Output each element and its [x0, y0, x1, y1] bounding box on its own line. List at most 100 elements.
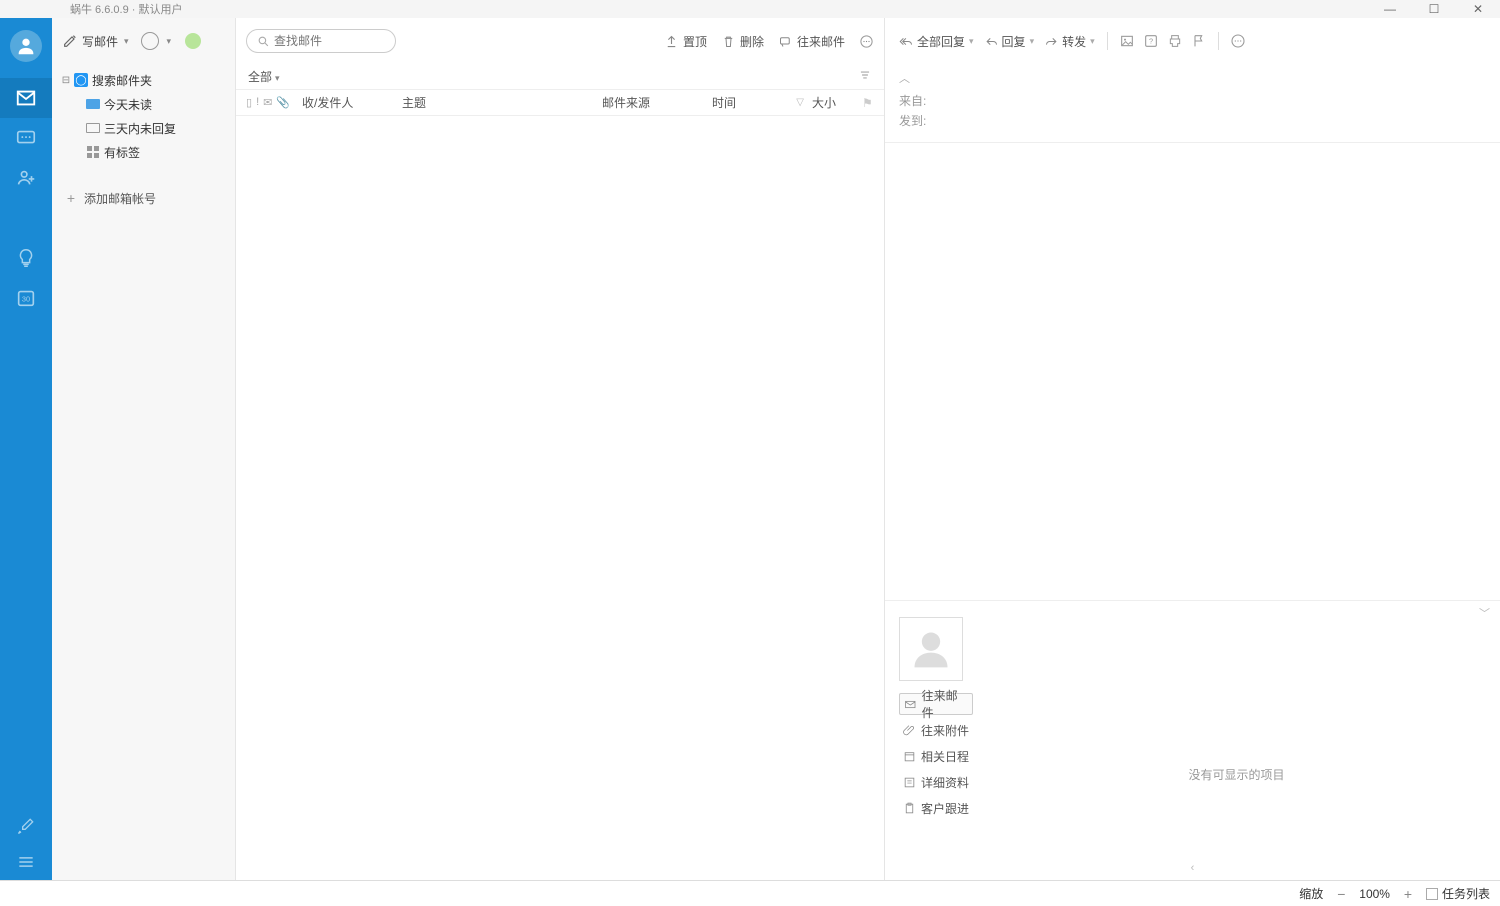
nav-contacts[interactable]: [0, 158, 52, 198]
forward-button[interactable]: 转发▾: [1040, 33, 1099, 50]
nav-calendar[interactable]: 30: [0, 278, 52, 318]
list-toolbar: 置顶 删除 往来邮件: [236, 18, 884, 64]
clipboard-icon: [903, 802, 916, 815]
folder-unread-icon: [86, 99, 100, 109]
reply-all-icon: [899, 34, 914, 49]
preview-toolbar: 全部回复▾ 回复▾ 转发▾ ?: [885, 18, 1500, 64]
tree-item-no-reply-3d[interactable]: 三天内未回复: [58, 116, 229, 140]
preview-from-label: 来自:: [899, 92, 1486, 112]
search-icon: ◯: [74, 73, 88, 87]
sort-desc-icon: ▽: [796, 97, 804, 108]
statusbar: 缩放 − 100% + 任务列表: [0, 880, 1500, 906]
pin-top-button[interactable]: 置顶: [664, 33, 707, 50]
folder-toolbar: 写邮件 ▾ ▾: [52, 18, 235, 64]
add-account-button[interactable]: + 添加邮箱帐号: [58, 184, 229, 212]
contact-avatar: [899, 617, 963, 681]
zoom-label: 缩放: [1299, 885, 1323, 902]
user-avatar[interactable]: [10, 30, 42, 62]
left-sidebar: 30: [0, 18, 52, 880]
zoom-value: 100%: [1359, 887, 1390, 901]
mail-list-body: [236, 116, 884, 880]
search-input[interactable]: [274, 34, 384, 48]
delete-button[interactable]: 删除: [721, 33, 764, 50]
close-button[interactable]: ✕: [1456, 2, 1500, 16]
envelope-icon: [86, 123, 100, 133]
image-button[interactable]: [1116, 33, 1138, 49]
envelope-icon: [904, 698, 917, 711]
col-subject[interactable]: 主题: [398, 94, 598, 111]
conversation-button[interactable]: 往来邮件: [778, 33, 845, 50]
col-attachment-icon[interactable]: 📎: [276, 96, 290, 109]
reply-all-button[interactable]: 全部回复▾: [895, 33, 978, 50]
reply-button[interactable]: 回复▾: [980, 33, 1039, 50]
grid-icon: [87, 146, 99, 158]
minimize-button[interactable]: —: [1368, 2, 1412, 16]
trash-icon: [721, 34, 736, 49]
more-icon: [859, 34, 874, 49]
folder-pane: 写邮件 ▾ ▾ ⊟ ◯ 搜索邮件夹 今天未读 三天内未回复: [52, 18, 236, 880]
list-column-header: ▯ ! ✉ 📎 收/发件人 主题 邮件来源 时间 ▽ 大小 ⚑: [236, 90, 884, 116]
contact-panel-collapse[interactable]: ﹀: [1479, 605, 1490, 621]
checkbox-icon: [1426, 888, 1438, 900]
sort-button[interactable]: [858, 68, 872, 85]
settings-button[interactable]: [0, 808, 52, 844]
status-indicator[interactable]: [185, 33, 201, 49]
sync-button[interactable]: [141, 32, 159, 50]
list-more-button[interactable]: [859, 34, 874, 49]
preview-header: ︿ 来自: 发到:: [885, 64, 1500, 143]
tree-search-folders[interactable]: ⊟ ◯ 搜索邮件夹: [58, 68, 229, 92]
preview-pane: 全部回复▾ 回复▾ 转发▾ ? ︿ 来自: 发到: ﹀: [885, 18, 1500, 880]
col-time[interactable]: 时间 ▽: [708, 94, 808, 111]
maximize-button[interactable]: ☐: [1412, 2, 1456, 16]
plus-icon: +: [64, 190, 78, 206]
window-controls: — ☐ ✕: [1368, 0, 1500, 18]
paperclip-icon: [903, 724, 916, 737]
preview-more-button[interactable]: [1227, 33, 1249, 49]
contact-tab-schedule[interactable]: 相关日程: [899, 745, 973, 767]
col-read-icon[interactable]: ▯: [246, 96, 252, 109]
tasklist-checkbox[interactable]: 任务列表: [1426, 885, 1490, 902]
details-icon: [903, 776, 916, 789]
print-button[interactable]: [1164, 33, 1186, 49]
nav-chat[interactable]: [0, 118, 52, 158]
contact-tab-crm[interactable]: 客户跟进: [899, 797, 973, 819]
app-title: 蜗牛 6.6.0.9 · 默认用户: [70, 1, 182, 17]
forward-icon: [1044, 34, 1059, 49]
contact-tab-attachments[interactable]: 往来附件: [899, 719, 973, 741]
search-box[interactable]: [246, 29, 396, 53]
contact-panel-left-toggle[interactable]: ‹: [885, 862, 1500, 880]
calendar-icon: [903, 750, 916, 763]
col-size[interactable]: 大小: [808, 94, 858, 111]
tree-collapse-icon[interactable]: ⊟: [60, 75, 72, 86]
flag-button[interactable]: [1188, 33, 1210, 49]
contact-tab-mails[interactable]: 往来邮件: [899, 693, 973, 715]
tree-item-today-unread[interactable]: 今天未读: [58, 92, 229, 116]
col-source[interactable]: 邮件来源: [598, 94, 708, 111]
preview-to-label: 发到:: [899, 112, 1486, 132]
tree-item-tagged[interactable]: 有标签: [58, 140, 229, 164]
filter-all-button[interactable]: 全部▾: [248, 68, 280, 85]
col-importance-icon[interactable]: !: [256, 96, 259, 109]
col-sender[interactable]: 收/发件人: [298, 94, 398, 111]
folder-tree: ⊟ ◯ 搜索邮件夹 今天未读 三天内未回复 有标签 +: [52, 64, 235, 216]
zoom-in-button[interactable]: +: [1400, 886, 1416, 902]
col-flag-icon[interactable]: ⚑: [858, 96, 878, 110]
list-filter-bar: 全部▾: [236, 64, 884, 90]
preview-header-toggle[interactable]: ︿: [899, 70, 1486, 86]
zoom-out-button[interactable]: −: [1333, 886, 1349, 902]
nav-ideas[interactable]: [0, 238, 52, 278]
contact-empty-text: 没有可显示的项目: [973, 687, 1500, 862]
preview-body: [885, 143, 1500, 600]
contact-panel: ﹀ 往来邮件 往来附件: [885, 600, 1500, 880]
conversation-icon: [778, 34, 793, 49]
compose-button[interactable]: 写邮件 ▾: [62, 33, 129, 50]
col-mail-icon[interactable]: ✉: [263, 96, 272, 109]
nav-mail[interactable]: [0, 78, 52, 118]
help-button[interactable]: ?: [1140, 33, 1162, 49]
reply-icon: [984, 34, 999, 49]
sync-dropdown-caret[interactable]: ▾: [167, 36, 172, 47]
contact-tab-details[interactable]: 详细资料: [899, 771, 973, 793]
svg-text:?: ?: [1149, 37, 1153, 46]
compose-dropdown-caret[interactable]: ▾: [124, 36, 129, 47]
menu-button[interactable]: [0, 844, 52, 880]
